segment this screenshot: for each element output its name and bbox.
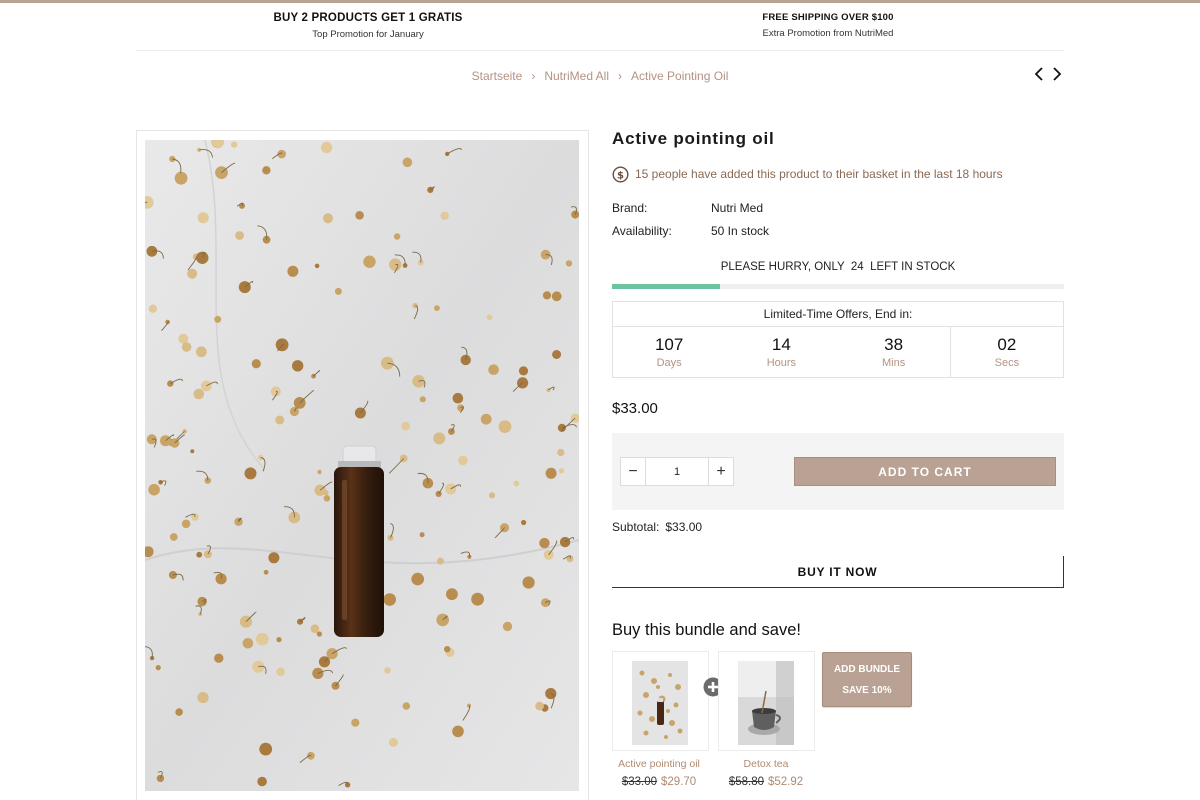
breadcrumb-separator-icon: › xyxy=(531,69,536,83)
promo-title: BUY 2 PRODUCTS GET 1 GRATIS xyxy=(273,12,463,24)
countdown-unit: Mins xyxy=(882,357,906,369)
subtotal-value: $33.00 xyxy=(665,520,703,534)
bundle-item-oil[interactable] xyxy=(612,651,709,751)
add-bundle-label: ADD BUNDLE xyxy=(833,663,901,675)
bundle-item-name[interactable]: Active pointing oil xyxy=(604,758,714,770)
breadcrumb: Startseite › NutriMed All › Active Pointing … xyxy=(0,69,1200,83)
subtotal-label: Subtotal: xyxy=(612,520,660,534)
countdown-timer: Limited-Time Offers, End in: 107 Days 14… xyxy=(612,301,1064,378)
breadcrumb-home-link[interactable]: Startseite xyxy=(472,69,523,83)
countdown-unit: Hours xyxy=(766,357,797,369)
buy-it-now-button[interactable]: BUY IT NOW xyxy=(612,556,1064,588)
brand-value[interactable]: Nutri Med xyxy=(711,201,763,215)
bundle-tea-thumbnail xyxy=(738,661,794,745)
promo-free-shipping: FREE SHIPPING OVER $100 Extra Promotion … xyxy=(678,12,978,39)
countdown-value: 14 xyxy=(771,335,791,354)
product-price: $33.00 xyxy=(612,400,658,417)
bundle-item-prices: $33.00 $29.70 xyxy=(604,776,714,788)
product-pager xyxy=(1032,64,1066,84)
dollar-coin-icon: $ xyxy=(612,165,629,183)
bundle-oil-thumbnail xyxy=(632,661,688,745)
bundle-new-price: $52.92 xyxy=(768,776,804,788)
brand-label: Brand: xyxy=(612,201,648,215)
promo-subtitle: Extra Promotion from NutriMed xyxy=(762,28,894,39)
bundle-new-price: $29.70 xyxy=(661,776,697,788)
chevron-right-icon[interactable] xyxy=(1050,64,1064,84)
countdown-value: 38 xyxy=(884,335,904,354)
add-bundle-savings: SAVE 10% xyxy=(842,684,892,696)
product-image[interactable] xyxy=(145,140,579,791)
chevron-left-icon[interactable] xyxy=(1032,64,1046,84)
countdown-days: 107 Days xyxy=(613,327,725,378)
bundle-title: Buy this bundle and save! xyxy=(612,621,801,639)
availability-value: 50 In stock xyxy=(711,224,770,238)
minus-icon[interactable]: − xyxy=(621,458,646,485)
breadcrumb-separator-icon: › xyxy=(618,69,622,83)
bundle-old-price: $58.80 xyxy=(728,776,764,788)
countdown-hours: 14 Hours xyxy=(725,327,837,378)
subtotal: Subtotal: $33.00 xyxy=(612,520,702,534)
countdown-unit: Days xyxy=(656,357,682,369)
countdown-unit: Secs xyxy=(994,357,1020,369)
bundle-item-tea[interactable] xyxy=(718,651,815,751)
breadcrumb-collection-link[interactable]: NutriMed All xyxy=(544,69,609,83)
countdown-mins: 38 Mins xyxy=(838,327,950,378)
product-title: Active pointing oil xyxy=(612,129,775,148)
countdown-secs: 02 Secs xyxy=(949,327,1063,378)
promo-subtitle: Top Promotion for January xyxy=(312,29,424,40)
bundle-item-prices: $58.80 $52.92 xyxy=(711,776,821,788)
svg-text:$: $ xyxy=(617,170,624,181)
social-proof: $ 15 people have added this product to t… xyxy=(612,165,1003,183)
add-to-cart-button[interactable]: ADD TO CART xyxy=(794,457,1056,486)
plus-icon[interactable]: + xyxy=(708,458,733,485)
promo-buy2get1: BUY 2 PRODUCTS GET 1 GRATIS Top Promotio… xyxy=(218,12,518,40)
bundle-item-name[interactable]: Detox tea xyxy=(711,758,821,770)
availability-label: Availability: xyxy=(612,224,672,238)
stock-urgency-text: PLEASE HURRY, ONLY 24 LEFT IN STOCK xyxy=(720,261,956,273)
promo-title: FREE SHIPPING OVER $100 xyxy=(762,12,894,23)
countdown-heading: Limited-Time Offers, End in: xyxy=(613,302,1063,327)
stock-progress-fill xyxy=(612,284,720,289)
quantity-input[interactable] xyxy=(646,458,708,485)
quantity-stepper: − + xyxy=(620,457,734,486)
social-proof-text: 15 people have added this product to the… xyxy=(635,167,1003,181)
countdown-value: 107 xyxy=(654,335,684,354)
stock-progress-bar xyxy=(612,284,1064,289)
promo-bar: BUY 2 PRODUCTS GET 1 GRATIS Top Promotio… xyxy=(136,3,1064,51)
add-to-cart-panel: − + ADD TO CART xyxy=(612,433,1064,510)
bundle-old-price: $33.00 xyxy=(621,776,657,788)
breadcrumb-current: Active Pointing Oil xyxy=(631,69,729,83)
add-bundle-button[interactable]: ADD BUNDLE SAVE 10% xyxy=(822,652,912,707)
countdown-value: 02 xyxy=(997,335,1017,354)
